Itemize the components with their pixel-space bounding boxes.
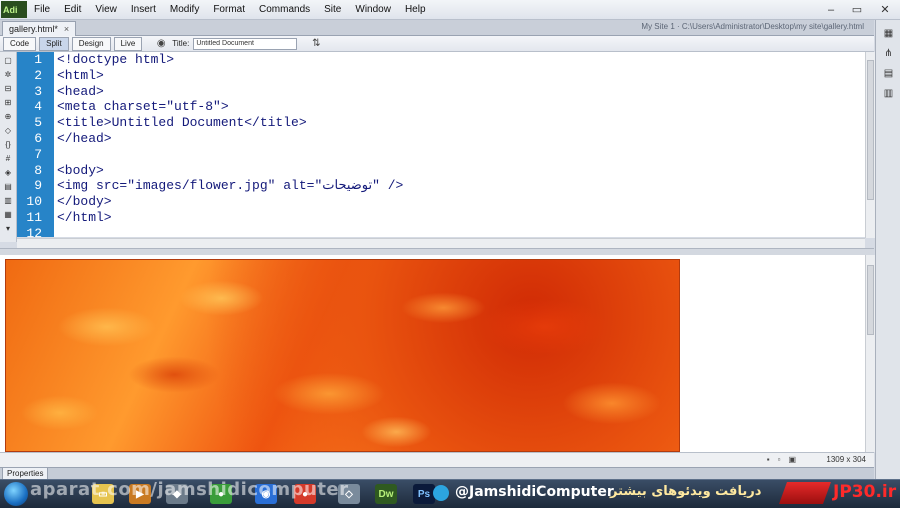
design-vertical-scrollbar[interactable] [865,255,875,452]
menu-site[interactable]: Site [317,4,348,15]
file-management-icon[interactable]: ⇅ [309,38,323,50]
code-line[interactable]: <!doctype html> [57,52,174,68]
menu-modify[interactable]: Modify [163,4,206,15]
line-numbers-icon[interactable]: # [2,153,14,164]
code-view-button[interactable]: Code [3,36,37,51]
close-window-button[interactable]: ✕ [870,0,900,19]
start-button-icon[interactable] [4,482,28,506]
telegram-handle: @JamshidiComputer [455,484,614,500]
hand-tool-icon[interactable]: ▫ [778,455,781,464]
line-number: 3 [34,83,42,99]
code-line-img-tag[interactable]: <img src="images/flower.jpg" alt="توضیحا… [57,178,403,194]
menu-window[interactable]: Window [348,4,398,15]
code-line[interactable]: </head> [57,131,112,147]
design-view[interactable] [0,255,865,452]
line-number: 2 [34,67,42,83]
title-input[interactable] [193,37,298,50]
select-parent-tag-icon[interactable]: ◇ [2,125,14,136]
menu-commands[interactable]: Commands [252,4,317,15]
more-videos-banner: دریافت ویدئوهای بیشتر [610,484,762,499]
code-line[interactable]: </html> [57,210,112,226]
wrap-tag-icon[interactable]: ▦ [2,209,14,220]
select-tool-icon[interactable]: ▪ [767,455,770,464]
collapse-selection-icon[interactable]: ⊞ [2,97,14,108]
menu-file[interactable]: File [27,4,57,15]
coding-toolbar: ▢ ✲ ⊟ ⊞ ⊕ ◇ {} # ◈ ▤ ▥ ▦ ▾ [0,52,17,242]
document-path: My Site 1 · C:\Users\Administrator\Deskt… [641,22,864,31]
tab-gallery[interactable]: gallery.html* × [2,21,77,36]
line-number: 7 [34,146,42,162]
code-horizontal-scrollbar[interactable] [17,238,865,248]
split-view-button[interactable]: Split [39,36,69,51]
code-editor[interactable]: 1 2 3 4 5 6 7 8 9 10 11 12 <!doctype htm… [17,52,865,237]
code-vertical-scrollbar[interactable] [865,52,875,238]
photoshop-taskbar-icon[interactable]: Ps [413,484,435,504]
menu-format[interactable]: Format [206,4,252,15]
insert-panel-icon[interactable]: ▦ [880,26,898,40]
tab-label: gallery.html* [9,24,58,34]
css-panel-icon[interactable]: ▤ [880,66,898,80]
code-line[interactable]: <html> [57,68,104,84]
aparat-watermark: aparat.com/jamshidicomputer [30,479,349,500]
more-tools-icon[interactable]: ▾ [2,223,14,234]
dreamweaver-logo: Adi [1,1,27,18]
telegram-icon [433,485,449,501]
live-view-button[interactable]: Live [113,36,143,51]
brand-text: JP30.ir [833,482,897,502]
status-tools: ▪ ▫ ▣ [767,455,796,464]
document-toolbar: Code Split Design Live ◉ Title: ⇅ [0,36,874,52]
scroll-thumb[interactable] [867,60,874,200]
line-number: 1 [34,52,42,67]
menu-view[interactable]: View [88,4,124,15]
zoom-tool-icon[interactable]: ▣ [788,455,796,464]
menu-edit[interactable]: Edit [57,4,88,15]
assets-panel-icon[interactable]: ▥ [880,86,898,100]
files-panel-icon[interactable]: ⋔ [880,46,898,60]
expand-all-icon[interactable]: ⊕ [2,111,14,122]
document-tab-bar: gallery.html* × My Site 1 · C:\Users\Adm… [0,20,874,36]
line-number: 5 [34,115,42,131]
settings-icon[interactable]: ✲ [2,69,14,80]
dreamweaver-taskbar-icon[interactable]: Dw [375,484,397,504]
highlight-invalid-icon[interactable]: ◈ [2,167,14,178]
minimize-button[interactable]: – [818,0,844,19]
line-number: 11 [26,210,42,225]
menu-insert[interactable]: Insert [124,4,163,15]
code-line[interactable]: <head> [57,84,104,100]
tab-close-icon[interactable]: × [64,24,69,34]
design-view-button[interactable]: Design [71,36,111,51]
preview-globe-icon[interactable]: ◉ [154,38,168,50]
flower-image[interactable] [5,259,680,452]
jp30-logo-icon [778,482,832,504]
open-documents-icon[interactable]: ▢ [2,55,14,66]
window-size[interactable]: 1309 x 304 [826,455,866,464]
balance-braces-icon[interactable]: {} [2,139,14,150]
window-controls: – ▭ ✕ [818,0,900,19]
right-panel-dock: ▦ ⋔ ▤ ▥ [875,20,900,479]
line-number: 8 [34,162,42,178]
title-label: Title: [172,39,190,48]
status-bar: ▪ ▫ ▣ 1309 x 304 [0,452,874,467]
line-number: 6 [34,131,42,146]
menu-bar: Adi File Edit View Insert Modify Format … [0,0,900,20]
line-number: 10 [26,194,42,210]
apply-comment-icon[interactable]: ▤ [2,181,14,192]
code-line[interactable]: </body> [57,194,112,210]
line-number: 12 [26,225,42,237]
remove-comment-icon[interactable]: ▥ [2,195,14,206]
line-number: 4 [34,99,42,115]
scroll-thumb[interactable] [867,265,874,335]
code-line[interactable]: <body> [57,163,104,179]
line-number: 9 [34,178,42,194]
menu-help[interactable]: Help [398,4,433,15]
code-line[interactable]: <title>Untitled Document</title> [57,115,307,131]
code-line[interactable]: <meta charset="utf-8"> [57,99,229,115]
collapse-tag-icon[interactable]: ⊟ [2,83,14,94]
restore-button[interactable]: ▭ [844,0,870,19]
